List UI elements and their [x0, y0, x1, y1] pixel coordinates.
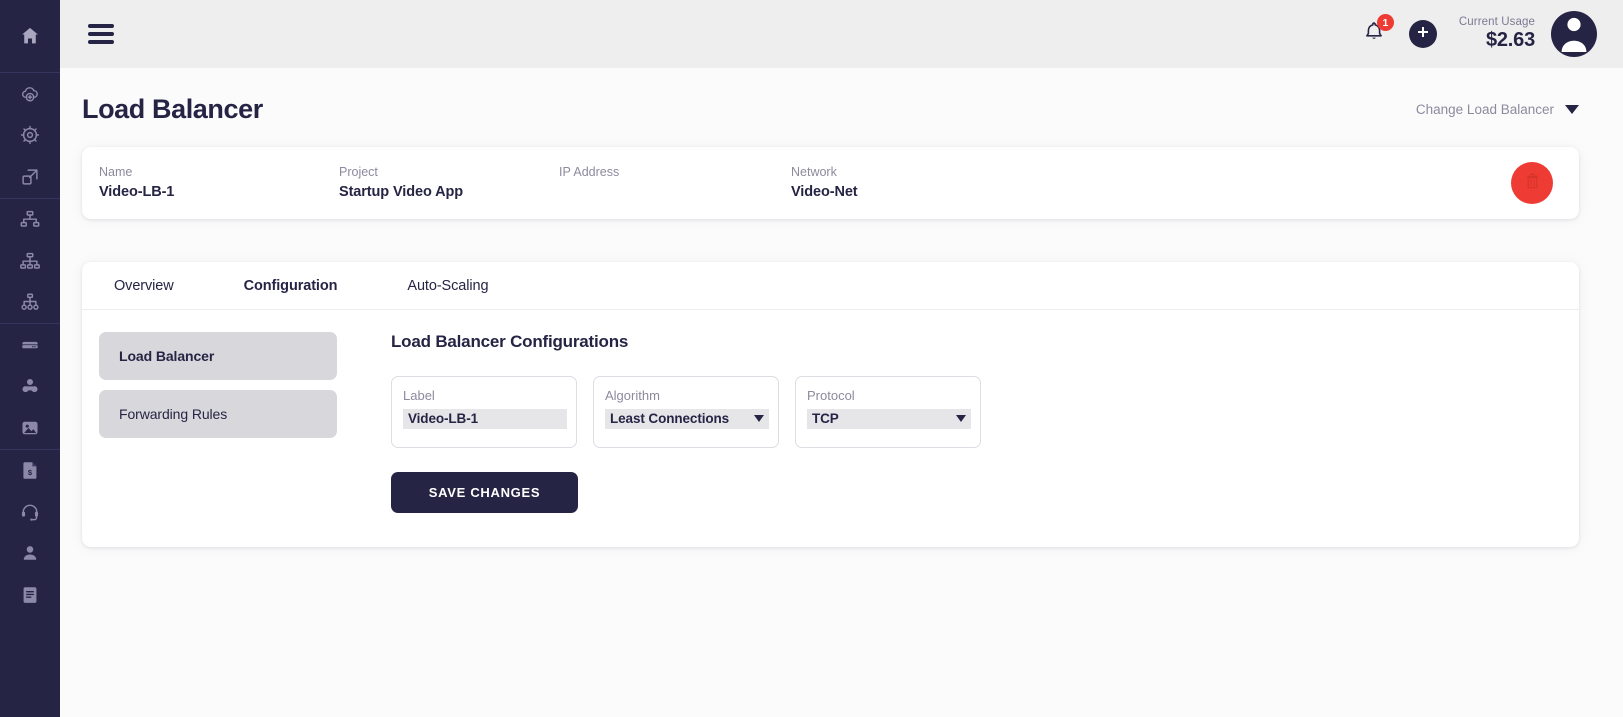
- rail-group-storage: [0, 324, 60, 450]
- summary-value: Startup Video App: [339, 182, 559, 204]
- sidebar-item-billing[interactable]: $: [0, 450, 60, 492]
- sidebar-item-images[interactable]: [0, 407, 60, 449]
- config-field-row: Label Video-LB-1 Algorithm Least Connect…: [391, 376, 1555, 448]
- primary-icon-rail: $: [0, 0, 60, 717]
- home-icon: [19, 25, 41, 47]
- protocol-field[interactable]: Protocol TCP: [795, 376, 981, 448]
- tab-overview[interactable]: Overview: [100, 278, 188, 294]
- support-headset-icon: [19, 501, 41, 523]
- page-title: Load Balancer: [82, 94, 263, 125]
- current-usage-label: Current Usage: [1459, 16, 1535, 29]
- summary-field-project: Project Startup Video App: [339, 163, 559, 204]
- summary-value: Video-LB-1: [99, 182, 339, 204]
- expand-arrow-icon: [19, 166, 41, 188]
- delete-load-balancer-button[interactable]: [1511, 162, 1553, 204]
- sidebar-item-home[interactable]: [0, 0, 60, 72]
- chevron-down-icon: [956, 415, 966, 422]
- summary-field-name: Name Video-LB-1: [99, 163, 339, 204]
- top-bar: 1 Current Usage $2.63: [60, 0, 1623, 68]
- tab-bar: Overview Configuration Auto-Scaling: [82, 262, 1579, 310]
- summary-field-network: Network Video-Net: [791, 163, 1011, 204]
- config-form-area: Load Balancer Configurations Label Video…: [337, 332, 1555, 513]
- save-changes-button[interactable]: SAVE CHANGES: [391, 472, 578, 513]
- app-root: $: [0, 0, 1623, 717]
- change-load-balancer-label: Change Load Balancer: [1416, 102, 1554, 117]
- sidebar-item-support[interactable]: [0, 491, 60, 533]
- protocol-field-label: Protocol: [807, 387, 969, 406]
- cloud-add-icon: [19, 83, 41, 105]
- sidebar-item-block-storage[interactable]: [0, 366, 60, 408]
- sidebar-item-sitemap[interactable]: [0, 282, 60, 324]
- notification-count-badge: 1: [1377, 14, 1394, 31]
- summary-label: Project: [339, 163, 559, 182]
- topbar-actions: 1 Current Usage $2.63: [1351, 11, 1597, 57]
- server-icon: [19, 334, 41, 356]
- sidebar-item-docs[interactable]: [0, 574, 60, 616]
- algorithm-field[interactable]: Algorithm Least Connections: [593, 376, 779, 448]
- summary-label: Name: [99, 163, 339, 182]
- user-avatar-icon: [1551, 11, 1597, 57]
- configuration-panel-body: Load Balancer Forwarding Rules Load Bala…: [82, 310, 1579, 547]
- user-account-icon: [19, 542, 41, 564]
- rail-group-compute: [0, 73, 60, 199]
- label-field-input-wrap[interactable]: Video-LB-1: [403, 409, 567, 429]
- summary-field-ip-address: IP Address: [559, 163, 791, 204]
- sidebar-item-account[interactable]: [0, 533, 60, 575]
- protocol-select[interactable]: TCP: [807, 409, 971, 429]
- tab-auto-scaling[interactable]: Auto-Scaling: [393, 278, 502, 294]
- current-usage-amount: $2.63: [1459, 29, 1535, 52]
- label-field-label: Label: [403, 387, 565, 406]
- main-column: 1 Current Usage $2.63: [60, 0, 1623, 717]
- algorithm-field-label: Algorithm: [605, 387, 767, 406]
- page-header: Load Balancer Change Load Balancer: [82, 94, 1579, 125]
- sidebar-item-expand[interactable]: [0, 156, 60, 198]
- sidebar-item-kubernetes[interactable]: [0, 115, 60, 157]
- notifications-button[interactable]: 1: [1351, 12, 1397, 56]
- plus-icon: [1415, 24, 1431, 45]
- sidebar-item-network-topology[interactable]: [0, 199, 60, 241]
- summary-label: IP Address: [559, 163, 791, 182]
- add-resource-button[interactable]: [1409, 20, 1437, 48]
- load-balancer-icon: [19, 250, 41, 272]
- sidebar-item-load-balancer[interactable]: [0, 240, 60, 282]
- network-topology-icon: [19, 208, 41, 230]
- blocks-storage-icon: [19, 375, 41, 397]
- algorithm-field-value: Least Connections: [607, 411, 729, 426]
- docs-book-icon: [19, 584, 41, 606]
- avatar[interactable]: [1551, 11, 1597, 57]
- load-balancer-summary-card: Name Video-LB-1 Project Startup Video Ap…: [82, 147, 1579, 219]
- config-nav-item-load-balancer[interactable]: Load Balancer: [99, 332, 337, 380]
- protocol-field-value: TCP: [809, 411, 839, 426]
- billing-invoice-icon: $: [19, 459, 41, 481]
- config-side-nav: Load Balancer Forwarding Rules: [99, 332, 337, 513]
- algorithm-select[interactable]: Least Connections: [605, 409, 769, 429]
- label-field[interactable]: Label Video-LB-1: [391, 376, 577, 448]
- config-heading: Load Balancer Configurations: [391, 332, 1555, 352]
- current-usage: Current Usage $2.63: [1459, 16, 1535, 52]
- sidebar-item-servers[interactable]: [0, 324, 60, 366]
- change-load-balancer-selector[interactable]: Change Load Balancer: [1416, 102, 1579, 117]
- config-nav-item-forwarding-rules[interactable]: Forwarding Rules: [99, 390, 337, 438]
- sidebar-item-cloud-add[interactable]: [0, 73, 60, 115]
- rail-group-network: [0, 199, 60, 325]
- content-area: Load Balancer Change Load Balancer Name …: [60, 68, 1623, 717]
- summary-label: Network: [791, 163, 1011, 182]
- tab-panel: Overview Configuration Auto-Scaling Load…: [82, 262, 1579, 547]
- rail-group-account: $: [0, 450, 60, 616]
- summary-value: Video-Net: [791, 182, 1011, 204]
- content-inner: Load Balancer Change Load Balancer Name …: [60, 68, 1623, 547]
- rail-group-dashboard: [0, 0, 60, 73]
- tab-configuration[interactable]: Configuration: [230, 278, 352, 294]
- chevron-down-icon: [754, 415, 764, 422]
- chevron-down-icon: [1565, 105, 1579, 114]
- image-icon: [19, 417, 41, 439]
- trash-icon: [1523, 171, 1542, 195]
- summary-value: [559, 182, 791, 204]
- hamburger-icon[interactable]: [88, 24, 114, 44]
- label-field-value: Video-LB-1: [405, 411, 478, 426]
- sitemap-icon: [19, 291, 41, 313]
- kubernetes-helm-icon: [19, 124, 41, 146]
